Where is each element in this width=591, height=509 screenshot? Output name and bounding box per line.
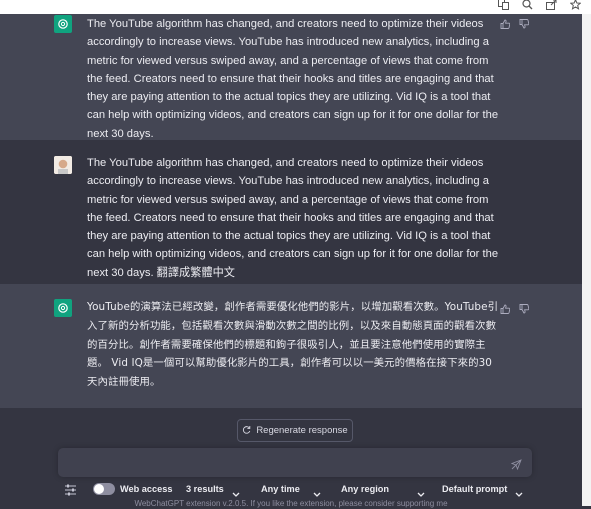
thumbs-down-icon[interactable] — [519, 301, 530, 314]
web-access-label: Web access — [120, 484, 173, 494]
user-avatar — [54, 156, 72, 174]
zoom-icon[interactable] — [522, 0, 533, 14]
prompt-select[interactable]: Default prompt — [442, 480, 507, 498]
message-text: The YouTube algorithm has changed, and c… — [87, 18, 499, 140]
time-select[interactable]: Any time — [261, 480, 300, 498]
assistant-message: YouTube的演算法已經改變，創作者需要優化他們的影片，以增加觀看次數。You… — [0, 284, 582, 408]
regenerate-response-button[interactable]: Regenerate response — [237, 419, 353, 442]
web-search-toolbar: Web access 3 results Any time Any region… — [0, 480, 582, 498]
message-input[interactable] — [58, 448, 532, 477]
chatgpt-avatar-icon — [54, 299, 72, 317]
message-text: YouTube的演算法已經改變，創作者需要優化他們的影片，以增加觀看次數。You… — [87, 301, 499, 389]
assistant-message: The YouTube algorithm has changed, and c… — [0, 14, 582, 140]
browser-toolbar — [0, 0, 591, 14]
regenerate-label: Regenerate response — [256, 425, 348, 436]
extension-footer: WebChatGPT extension v.2.0.5. If you lik… — [134, 499, 448, 508]
send-icon[interactable] — [510, 457, 522, 475]
region-select[interactable]: Any region — [341, 480, 389, 498]
scrollbar-track[interactable] — [582, 14, 591, 506]
translate-icon[interactable] — [498, 0, 509, 14]
thumbs-down-icon[interactable] — [519, 16, 530, 29]
results-select[interactable]: 3 results — [186, 480, 224, 498]
web-access-toggle[interactable] — [93, 483, 115, 495]
user-message: The YouTube algorithm has changed, and c… — [0, 140, 582, 284]
star-icon[interactable] — [569, 0, 582, 14]
chatgpt-avatar-icon — [54, 15, 72, 33]
thumbs-up-icon[interactable] — [500, 16, 511, 29]
refresh-icon — [242, 425, 251, 437]
share-icon[interactable] — [546, 0, 557, 14]
thumbs-up-icon[interactable] — [500, 301, 511, 314]
message-text: The YouTube algorithm has changed, and c… — [87, 157, 499, 279]
